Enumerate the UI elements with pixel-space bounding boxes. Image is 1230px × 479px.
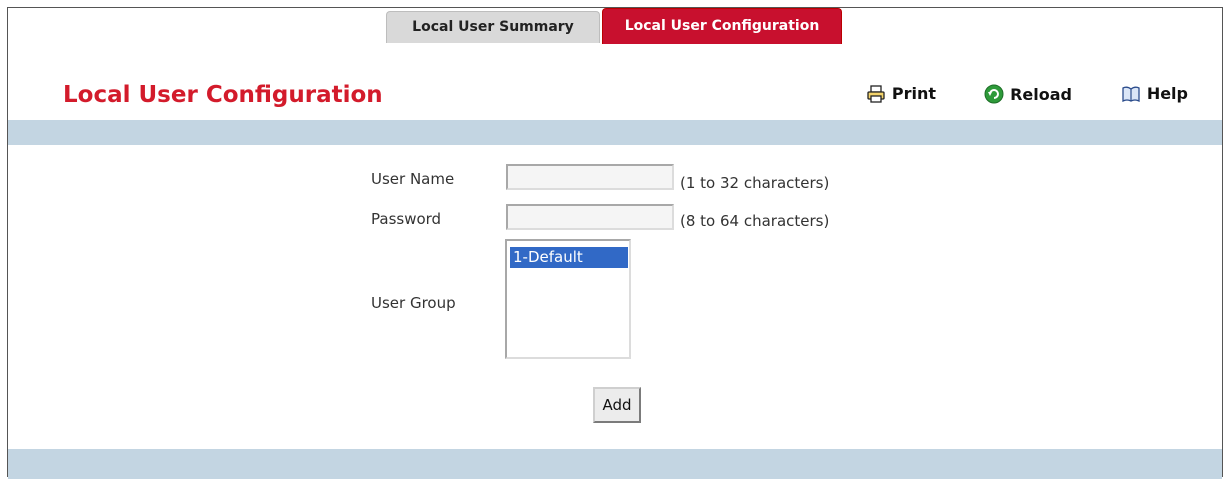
user-group-listbox[interactable]: 1-Default — [505, 239, 631, 359]
password-hint: (8 to 64 characters) — [680, 212, 830, 230]
user-name-label: User Name — [371, 170, 455, 188]
footer-band — [8, 449, 1222, 479]
user-group-label: User Group — [371, 294, 456, 312]
local-user-form: User Name (1 to 32 characters) Password … — [8, 8, 1222, 477]
password-input[interactable] — [506, 204, 674, 230]
user-name-hint: (1 to 32 characters) — [680, 174, 830, 192]
page-frame: Local User Summary Local User Configurat… — [7, 7, 1223, 479]
add-button[interactable]: Add — [593, 387, 641, 423]
user-group-option[interactable]: 1-Default — [510, 247, 628, 268]
password-label: Password — [371, 210, 442, 228]
user-name-input[interactable] — [506, 164, 674, 190]
